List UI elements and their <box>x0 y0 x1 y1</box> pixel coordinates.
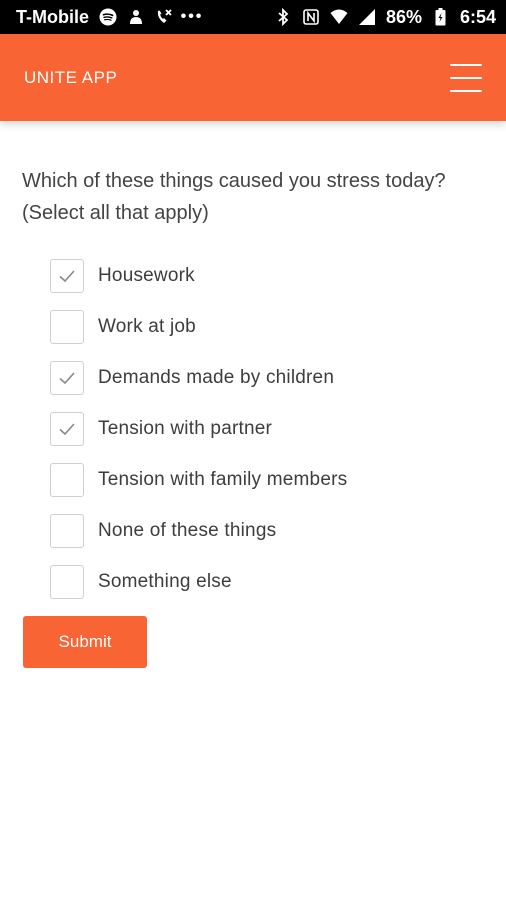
check-icon <box>59 269 75 282</box>
spotify-icon <box>99 8 117 26</box>
hamburger-menu-icon[interactable] <box>450 63 482 92</box>
option-label: Work at job <box>98 315 196 337</box>
option-label: Housework <box>98 264 195 286</box>
carrier-label: T-Mobile <box>16 6 89 27</box>
battery-percent: 86% <box>385 6 422 27</box>
option-item[interactable]: None of these things <box>50 505 470 556</box>
check-icon <box>59 422 75 435</box>
status-bar-right: 86% 6:54 <box>274 7 496 28</box>
nfc-icon <box>302 8 320 26</box>
checkbox[interactable] <box>50 258 84 293</box>
battery-icon <box>432 8 450 26</box>
option-item[interactable]: Housework <box>50 250 470 301</box>
menu-line <box>450 89 482 92</box>
option-item[interactable]: Tension with family members <box>50 454 470 505</box>
checkbox[interactable] <box>50 411 84 446</box>
checkbox[interactable] <box>50 564 84 599</box>
option-label: Something else <box>98 570 232 592</box>
checkbox[interactable] <box>50 513 84 548</box>
option-item[interactable]: Demands made by children <box>50 352 470 403</box>
option-label: Tension with family members <box>98 468 348 490</box>
status-bar: T-Mobile ••• 86% 6:54 <box>0 0 506 34</box>
submit-button[interactable]: Submit <box>23 616 147 668</box>
more-dots-icon: ••• <box>180 8 204 25</box>
option-item[interactable]: Tension with partner <box>50 403 470 454</box>
app-title: UNITE APP <box>24 67 118 87</box>
option-label: Demands made by children <box>98 366 335 388</box>
status-bar-left: T-Mobile ••• <box>16 7 201 28</box>
app-notification-icon <box>127 8 145 26</box>
wifi-icon <box>330 8 348 26</box>
checkbox[interactable] <box>50 309 84 344</box>
clock: 6:54 <box>459 6 496 27</box>
options-list: Housework Work at job Demands made by chil… <box>50 250 470 607</box>
option-label: Tension with partner <box>98 417 273 439</box>
bluetooth-icon <box>274 8 292 26</box>
checkbox[interactable] <box>50 360 84 395</box>
question-text: Which of these things caused you stress … <box>22 170 446 224</box>
option-item[interactable]: Work at job <box>50 301 470 352</box>
missed-call-icon <box>155 8 173 26</box>
check-icon <box>59 371 75 384</box>
option-item[interactable]: Something else <box>50 556 470 607</box>
app-bar: UNITE APP <box>0 34 506 121</box>
checkbox[interactable] <box>50 462 84 497</box>
signal-icon <box>358 8 376 26</box>
menu-line <box>450 76 482 79</box>
menu-line <box>450 63 482 66</box>
option-label: None of these things <box>98 519 277 541</box>
